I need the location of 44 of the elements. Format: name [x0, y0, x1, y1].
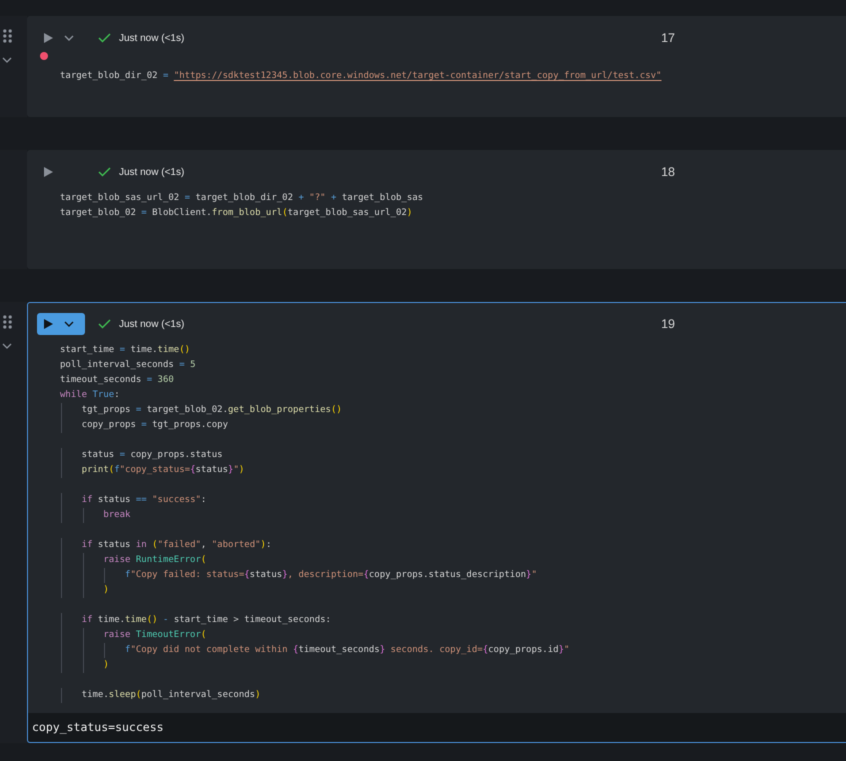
code-line: )	[60, 583, 109, 598]
code-line: time.sleep(poll_interval_seconds)	[60, 688, 261, 703]
drag-handle-icon[interactable]	[2, 315, 12, 329]
code-line: while True:	[60, 389, 120, 402]
code-line: start_time = time.time()	[60, 344, 190, 357]
collapse-chevron-icon[interactable]	[2, 343, 12, 349]
execution-count: 17	[661, 31, 675, 45]
code-line: tgt_props = target_blob_02.get_blob_properties()	[60, 403, 342, 418]
code-line: if time.time() - start_time > timeout_seconds:	[60, 613, 331, 628]
code-line: poll_interval_seconds = 5	[60, 359, 196, 372]
code-line: timeout_seconds = 360	[60, 374, 174, 387]
play-icon	[44, 33, 53, 43]
code-line: break	[60, 508, 130, 523]
check-icon	[98, 167, 111, 177]
execution-count: 19	[661, 317, 675, 331]
code-line: target_blob_sas_url_02 = target_blob_dir_02 + "?" + target_blob_sas	[60, 192, 424, 205]
code-line: target_blob_dir_02 = "https://sdktest12345.blob.core.windows.net/target-container/start_copy_from_url/test.csv"	[60, 70, 662, 83]
code-line: f"Copy did not complete within {timeout_seconds} seconds. copy_id={copy_props.id}"	[60, 643, 570, 658]
check-icon	[98, 319, 111, 329]
execution-count: 18	[661, 165, 675, 179]
code-line: raise TimeoutError(	[60, 628, 206, 643]
code-line: target_blob_02 = BlobClient.from_blob_url(target_blob_sas_url_02)	[60, 207, 412, 220]
notebook-cell[interactable]: Just now (<1s) 17 target_blob_dir_02 = "https://sdktest12345.blob.core.windows.net/target-container/start_copy_from_url/test.csv"	[27, 16, 846, 117]
code-line: raise RuntimeError(	[60, 553, 206, 568]
code-line: status = copy_props.status	[60, 448, 223, 463]
run-status: Just now (<1s)	[119, 166, 184, 178]
run-status: Just now (<1s)	[119, 32, 184, 44]
notebook-cell[interactable]	[27, 302, 846, 743]
code-line: print(f"copy_status={status}")	[60, 463, 244, 478]
play-icon	[44, 319, 53, 329]
code-line: )	[60, 658, 109, 673]
check-icon	[98, 33, 111, 43]
chevron-down-icon	[64, 321, 74, 327]
run-status: Just now (<1s)	[119, 318, 184, 330]
collapse-chevron-icon[interactable]	[2, 57, 12, 63]
code-line: copy_props = tgt_props.copy	[60, 418, 228, 433]
code-line: if status in ("failed", "aborted"):	[60, 538, 272, 553]
notebook-cell[interactable]: Just now (<1s) 18 target_blob_sas_url_02 = target_blob_dir_02 + "?" + target_blob_sas target_blob_02 = BlobClient.from_blob_url(target_blob_sas_url_02)	[27, 150, 846, 269]
play-icon	[44, 167, 53, 177]
code-line: f"Copy failed: status={status}, description={copy_props.status_description}"	[60, 568, 537, 583]
cell-output: copy_status=success	[32, 720, 164, 734]
chevron-down-icon	[64, 35, 74, 41]
drag-handle-icon[interactable]	[2, 29, 12, 43]
code-line: if status == "success":	[60, 493, 206, 508]
